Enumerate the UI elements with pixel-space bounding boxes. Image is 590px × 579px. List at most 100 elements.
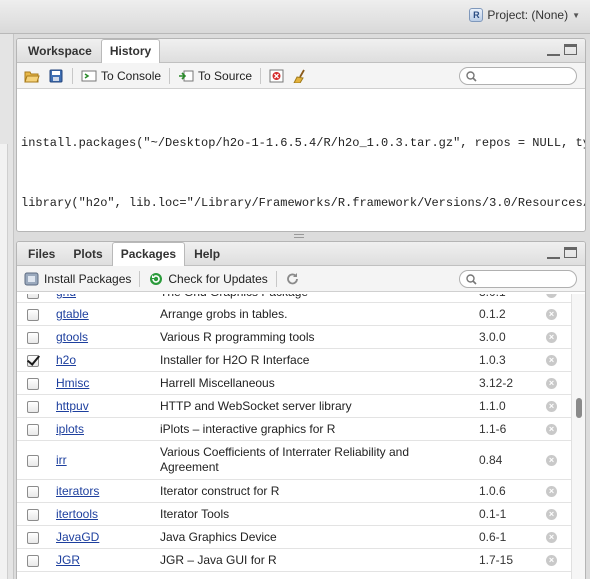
remove-package-icon[interactable]: × bbox=[546, 294, 557, 298]
package-load-checkbox[interactable] bbox=[27, 308, 39, 321]
to-console-button[interactable]: To Console bbox=[78, 66, 164, 86]
tab-plots[interactable]: Plots bbox=[64, 243, 111, 265]
top-toolbar: R Project: (None) ▼ bbox=[0, 0, 590, 34]
package-row: KernSmoothFunctions for kernel smoothing… bbox=[17, 572, 572, 579]
packages-pane: Files Plots Packages Help Install Packag… bbox=[16, 241, 586, 579]
package-description: The Grid Graphics Package bbox=[160, 294, 460, 300]
packages-table: grid The Grid Graphics Package 3.0.1 × gtabl… bbox=[17, 294, 572, 579]
remove-package-icon[interactable]: × bbox=[546, 308, 557, 320]
package-load-checkbox[interactable] bbox=[27, 354, 39, 367]
install-package-icon bbox=[24, 272, 39, 285]
tab-packages[interactable]: Packages bbox=[111, 242, 186, 266]
package-name-link[interactable]: Hmisc bbox=[56, 376, 89, 390]
save-history-button[interactable] bbox=[45, 66, 67, 86]
install-packages-button[interactable]: Install Packages bbox=[21, 269, 134, 289]
package-load-checkbox[interactable] bbox=[27, 423, 39, 436]
package-row: irr Various Coefficients of Interrater Re… bbox=[17, 441, 572, 480]
tab-help[interactable]: Help bbox=[185, 243, 229, 265]
package-name-link[interactable]: gtable bbox=[56, 307, 89, 321]
package-name-link[interactable]: irr bbox=[56, 453, 67, 467]
package-version: 3.12-2 bbox=[479, 376, 514, 390]
package-row: h2o Installer for H2O R Interface 1.0.3 × bbox=[17, 349, 572, 372]
package-description: Iterator construct for R bbox=[160, 483, 280, 498]
remove-package-icon[interactable]: × bbox=[546, 531, 557, 543]
package-version: 0.1.2 bbox=[479, 307, 506, 321]
minimize-pane-icon[interactable] bbox=[547, 46, 560, 56]
remove-package-icon[interactable]: × bbox=[546, 554, 557, 566]
package-row: grid The Grid Graphics Package 3.0.1 × bbox=[17, 294, 572, 303]
packages-search[interactable] bbox=[459, 270, 577, 288]
history-tabbar: Workspace History bbox=[17, 39, 585, 63]
history-search[interactable] bbox=[459, 67, 577, 85]
refresh-packages-button[interactable] bbox=[282, 269, 304, 289]
package-load-checkbox[interactable] bbox=[27, 400, 39, 413]
history-entry[interactable]: install.packages("~/Desktop/h2o-1-1.6.5.… bbox=[21, 133, 585, 153]
pane-splitter-handle[interactable] bbox=[294, 234, 304, 238]
packages-tabbar: Files Plots Packages Help bbox=[17, 242, 585, 266]
package-name-link[interactable]: h2o bbox=[56, 353, 76, 367]
maximize-pane-icon[interactable] bbox=[564, 247, 577, 258]
check-updates-button[interactable]: Check for Updates bbox=[145, 269, 270, 289]
history-list: install.packages("~/Desktop/h2o-1-1.6.5.… bbox=[17, 89, 585, 231]
r-project-icon: R bbox=[469, 8, 484, 22]
package-description: iPlots – interactive graphics for R bbox=[160, 421, 336, 436]
package-name-link[interactable]: httpuv bbox=[56, 399, 89, 413]
remove-package-icon[interactable]: × bbox=[546, 354, 557, 366]
scrollbar-thumb[interactable] bbox=[576, 398, 582, 418]
packages-scrollbar[interactable] bbox=[571, 294, 585, 579]
minimize-pane-icon[interactable] bbox=[547, 249, 560, 259]
package-load-checkbox[interactable] bbox=[27, 485, 39, 498]
remove-package-icon[interactable]: × bbox=[546, 331, 557, 343]
package-name-link[interactable]: grid bbox=[56, 294, 76, 299]
package-load-checkbox[interactable] bbox=[27, 377, 39, 390]
package-version: 1.1.0 bbox=[479, 399, 506, 413]
remove-package-icon[interactable]: × bbox=[546, 377, 557, 389]
package-load-checkbox[interactable] bbox=[27, 531, 39, 544]
history-search-input[interactable] bbox=[481, 70, 571, 82]
remove-package-icon[interactable]: × bbox=[546, 400, 557, 412]
package-row: gtable Arrange grobs in tables. 0.1.2 × bbox=[17, 303, 572, 326]
tab-workspace[interactable]: Workspace bbox=[19, 40, 101, 62]
package-load-checkbox[interactable] bbox=[27, 554, 39, 567]
install-packages-label: Install Packages bbox=[44, 271, 132, 286]
package-load-checkbox[interactable] bbox=[27, 508, 39, 521]
package-row: itertools Iterator Tools 0.1-1 × bbox=[17, 503, 572, 526]
to-source-icon bbox=[179, 70, 194, 81]
package-name-link[interactable]: JGR bbox=[56, 553, 80, 567]
refresh-green-icon bbox=[150, 272, 163, 285]
package-version: 0.1-1 bbox=[479, 507, 507, 521]
package-load-checkbox[interactable] bbox=[27, 454, 39, 467]
package-load-checkbox[interactable] bbox=[27, 294, 39, 299]
remove-package-icon[interactable]: × bbox=[546, 423, 557, 435]
delete-entry-icon bbox=[269, 69, 284, 82]
packages-toolbar: Install Packages Check for Updates bbox=[17, 266, 585, 292]
maximize-pane-icon[interactable] bbox=[564, 44, 577, 55]
package-load-checkbox[interactable] bbox=[27, 331, 39, 344]
to-console-label: To Console bbox=[101, 68, 162, 83]
package-version: 3.0.1 bbox=[479, 294, 506, 299]
remove-package-icon[interactable]: × bbox=[546, 508, 557, 520]
package-row: JavaGD Java Graphics Device 0.6-1 × bbox=[17, 526, 572, 549]
package-version: 1.0.6 bbox=[479, 484, 506, 498]
clear-history-button[interactable] bbox=[290, 66, 312, 86]
tab-history[interactable]: History bbox=[100, 39, 161, 63]
package-name-link[interactable]: iplots bbox=[56, 422, 84, 436]
package-name-link[interactable]: itertools bbox=[56, 507, 98, 521]
package-version: 1.1-6 bbox=[479, 422, 507, 436]
remove-package-icon[interactable]: × bbox=[546, 454, 557, 466]
package-version: 1.0.3 bbox=[479, 353, 506, 367]
package-description: Java Graphics Device bbox=[160, 529, 277, 544]
to-source-button[interactable]: To Source bbox=[175, 66, 255, 86]
remove-package-icon[interactable]: × bbox=[546, 485, 557, 497]
package-name-link[interactable]: iterators bbox=[56, 484, 99, 498]
load-history-button[interactable] bbox=[21, 66, 43, 86]
packages-search-input[interactable] bbox=[481, 273, 571, 285]
refresh-icon bbox=[286, 272, 298, 284]
package-name-link[interactable]: JavaGD bbox=[56, 530, 99, 544]
history-entry[interactable]: library("h2o", lib.loc="/Library/Framewo… bbox=[21, 193, 585, 213]
package-name-link[interactable]: gtools bbox=[56, 330, 88, 344]
tab-files[interactable]: Files bbox=[19, 243, 64, 265]
rstudio-window: R Project: (None) ▼ Workspace History To… bbox=[0, 0, 590, 579]
remove-history-entry-button[interactable] bbox=[266, 66, 288, 86]
project-menu[interactable]: R Project: (None) ▼ bbox=[469, 8, 580, 22]
